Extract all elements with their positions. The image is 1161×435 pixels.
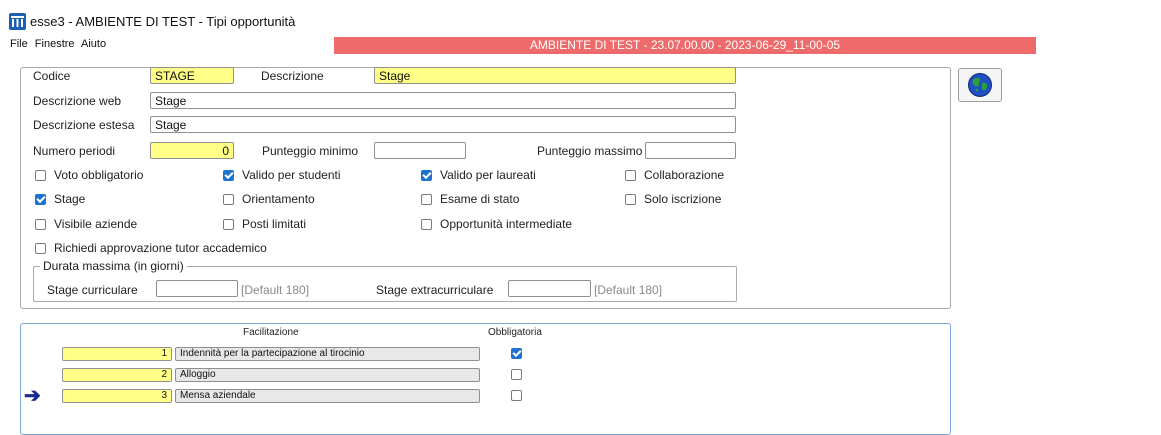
checkbox-box[interactable] — [421, 169, 432, 181]
checkbox-box[interactable] — [625, 169, 636, 181]
checkbox-label: Posti limitati — [242, 217, 307, 231]
stage-extracurriculare-field[interactable] — [508, 280, 591, 297]
checkbox-box[interactable] — [223, 169, 234, 181]
posti-limitati-checkbox[interactable]: Posti limitati — [223, 217, 306, 231]
checkbox-label: Orientamento — [242, 192, 315, 206]
checkbox-label: Valido per laureati — [440, 168, 536, 182]
richiedi-approvazione-checkbox[interactable]: Richiedi approvazione tutor accademico — [35, 241, 267, 255]
checkbox-box[interactable] — [35, 169, 46, 181]
menu-bar: File Finestre Aiuto — [10, 38, 110, 50]
globe-button[interactable] — [958, 68, 1002, 102]
descrizione-estesa-field[interactable]: Stage — [150, 116, 736, 133]
current-row-arrow-icon: ➔ — [24, 385, 41, 407]
checkbox-box[interactable] — [35, 218, 46, 230]
obbligatoria-checkbox[interactable] — [511, 369, 522, 380]
collaborazione-checkbox[interactable]: Collaborazione — [625, 168, 724, 182]
numero-periodi-label: Numero periodi — [33, 144, 116, 158]
valido-laureati-checkbox[interactable]: Valido per laureati — [421, 168, 536, 182]
orientamento-checkbox[interactable]: Orientamento — [223, 192, 315, 206]
facilitazione-field[interactable]: Indennità per la partecipazione al tiroc… — [175, 347, 480, 361]
esame-stato-checkbox[interactable]: Esame di stato — [421, 192, 519, 206]
descrizione-web-field[interactable]: Stage — [150, 92, 736, 109]
header-facilitazione: Facilitazione — [243, 327, 299, 338]
window-title: esse3 - AMBIENTE DI TEST - Tipi opportun… — [30, 14, 296, 29]
opportunita-intermedie-checkbox[interactable]: Opportunità intermediate — [421, 217, 572, 231]
checkbox-box[interactable] — [625, 193, 636, 205]
descrizione-web-label: Descrizione web — [33, 94, 122, 108]
checkbox-label: Stage — [54, 192, 86, 206]
codice-label: Codice — [33, 69, 71, 83]
menu-finestre[interactable]: Finestre — [35, 38, 75, 50]
checkbox-label: Opportunità intermediate — [440, 217, 573, 231]
stage-checkbox[interactable]: Stage — [35, 192, 85, 206]
punteggio-massimo-label: Punteggio massimo — [537, 144, 643, 158]
obbligatoria-checkbox[interactable] — [511, 348, 522, 359]
descrizione-estesa-label: Descrizione estesa — [33, 118, 135, 132]
checkbox-label: Collaborazione — [644, 168, 725, 182]
obbligatoria-checkbox[interactable] — [511, 390, 522, 401]
descrizione-label: Descrizione — [261, 69, 324, 83]
checkbox-box[interactable] — [421, 193, 432, 205]
stage-extracurriculare-label: Stage extracurriculare — [376, 283, 494, 297]
checkbox-label: Valido per studenti — [242, 168, 341, 182]
codice-field[interactable]: STAGE — [150, 67, 234, 84]
checkbox-box[interactable] — [35, 242, 46, 254]
title-bar: esse3 - AMBIENTE DI TEST - Tipi opportun… — [0, 0, 1161, 34]
checkbox-box[interactable] — [223, 218, 234, 230]
durata-legend: Durata massima (in giorni) — [40, 259, 187, 273]
visibile-aziende-checkbox[interactable]: Visibile aziende — [35, 217, 137, 231]
stage-curriculare-hint: [Default 180] — [241, 283, 310, 297]
app-icon — [9, 13, 26, 30]
stage-curriculare-field[interactable] — [156, 280, 238, 297]
menu-aiuto[interactable]: Aiuto — [81, 38, 106, 50]
stage-extracurriculare-hint: [Default 180] — [594, 283, 663, 297]
voto-obbligatorio-checkbox[interactable]: Voto obbligatorio — [35, 168, 143, 182]
checkbox-label: Visibile aziende — [54, 217, 138, 231]
checkbox-label: Solo iscrizione — [644, 192, 722, 206]
header-obbligatoria: Obbligatoria — [488, 327, 542, 338]
facilitazione-field[interactable]: Mensa aziendale — [175, 389, 480, 403]
descrizione-field[interactable]: Stage — [374, 67, 736, 84]
valido-studenti-checkbox[interactable]: Valido per studenti — [223, 168, 341, 182]
checkbox-label: Voto obbligatorio — [54, 168, 144, 182]
numero-periodi-field[interactable]: 0 — [150, 142, 234, 159]
checkbox-box[interactable] — [35, 193, 46, 205]
menu-file[interactable]: File — [10, 38, 28, 50]
environment-banner: AMBIENTE DI TEST - 23.07.00.00 - 2023-06… — [334, 37, 1036, 54]
checkbox-box[interactable] — [223, 193, 234, 205]
punteggio-minimo-field[interactable] — [374, 142, 466, 159]
checkbox-box[interactable] — [421, 218, 432, 230]
checkbox-label: Esame di stato — [440, 192, 520, 206]
facilitazione-field[interactable]: Alloggio — [175, 368, 480, 382]
checkbox-label: Richiedi approvazione tutor accademico — [54, 241, 267, 255]
globe-icon — [968, 73, 992, 97]
punteggio-minimo-label: Punteggio minimo — [262, 144, 359, 158]
row-number-field[interactable]: 2 — [62, 368, 172, 382]
row-number-field[interactable]: 3 — [62, 389, 172, 403]
row-number-field[interactable]: 1 — [62, 347, 172, 361]
stage-curriculare-label: Stage curriculare — [47, 283, 138, 297]
solo-iscrizione-checkbox[interactable]: Solo iscrizione — [625, 192, 721, 206]
punteggio-massimo-field[interactable] — [645, 142, 736, 159]
